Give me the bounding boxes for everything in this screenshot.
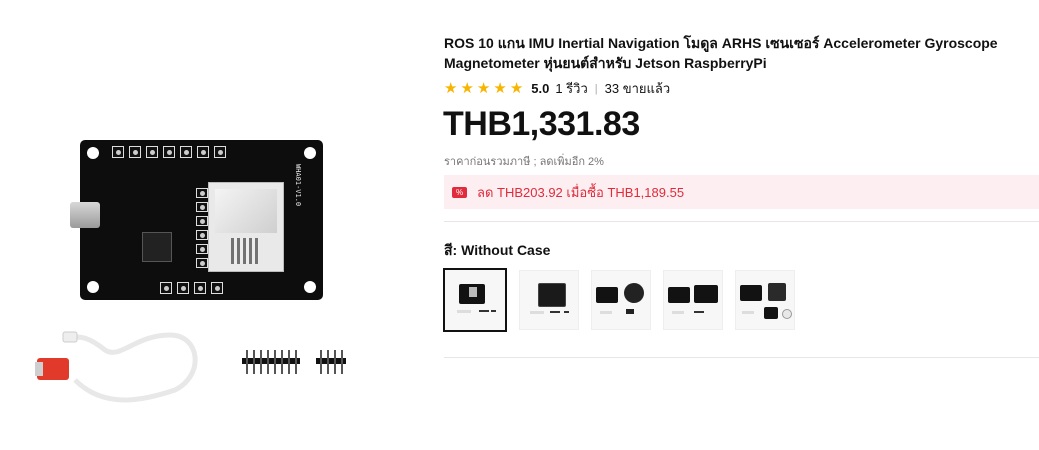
variant-option-without-case[interactable] [443, 268, 507, 332]
promo-text: ลด THB203.92 เมื่อซื้อ THB1,189.55 [477, 184, 685, 200]
variant-option-4[interactable] [663, 270, 723, 330]
variant-label: สี: Without Case [444, 242, 551, 258]
tax-note: ราคาก่อนรวมภาษี ; ลดเพิ่มอีก 2% [444, 156, 604, 168]
rating-row[interactable]: ★ ★ ★ ★ ★ 5.0 1 รีวิว | 33 ขายแล้ว [444, 78, 670, 99]
usb-c-port [70, 202, 100, 228]
star-icon: ★ [460, 79, 474, 97]
sold-count: 33 ขายแล้ว [604, 81, 671, 96]
pin-header-short [316, 350, 346, 374]
separator: | [594, 82, 598, 95]
discount-tag-icon: % [452, 186, 467, 198]
product-title: ROS 10 แกน IMU Inertial Navigation โมดูล… [444, 35, 998, 71]
divider [444, 357, 1039, 358]
usb-cable-image [35, 331, 198, 403]
pin-header-long [242, 350, 300, 374]
reviews-link[interactable]: 1 รีวิว [555, 78, 587, 99]
star-icon: ★ [476, 79, 491, 97]
star-icon: ★ [493, 79, 507, 97]
product-price: THB1,331.83 [443, 105, 640, 143]
variant-option-3[interactable] [591, 270, 651, 330]
star-icon: ★ [444, 79, 458, 97]
imu-module [208, 182, 284, 272]
imu-board-image: WHA01-V1.0 [70, 140, 323, 300]
board-silkscreen-label: WHA01-V1.0 [294, 164, 302, 207]
star-icon: ★ [509, 79, 524, 97]
rating-score: 5.0 [531, 81, 550, 96]
variant-swatches [443, 268, 795, 332]
star-rating: ★ ★ ★ ★ ★ [444, 79, 524, 97]
variant-option-5[interactable] [735, 270, 795, 330]
main-product-image[interactable]: WHA01-V1.0 [20, 120, 400, 420]
variant-option-with-case[interactable] [519, 270, 579, 330]
divider [444, 221, 1039, 222]
promo-banner[interactable]: % ลด THB203.92 เมื่อซื้อ THB1,189.55 [444, 175, 1039, 209]
